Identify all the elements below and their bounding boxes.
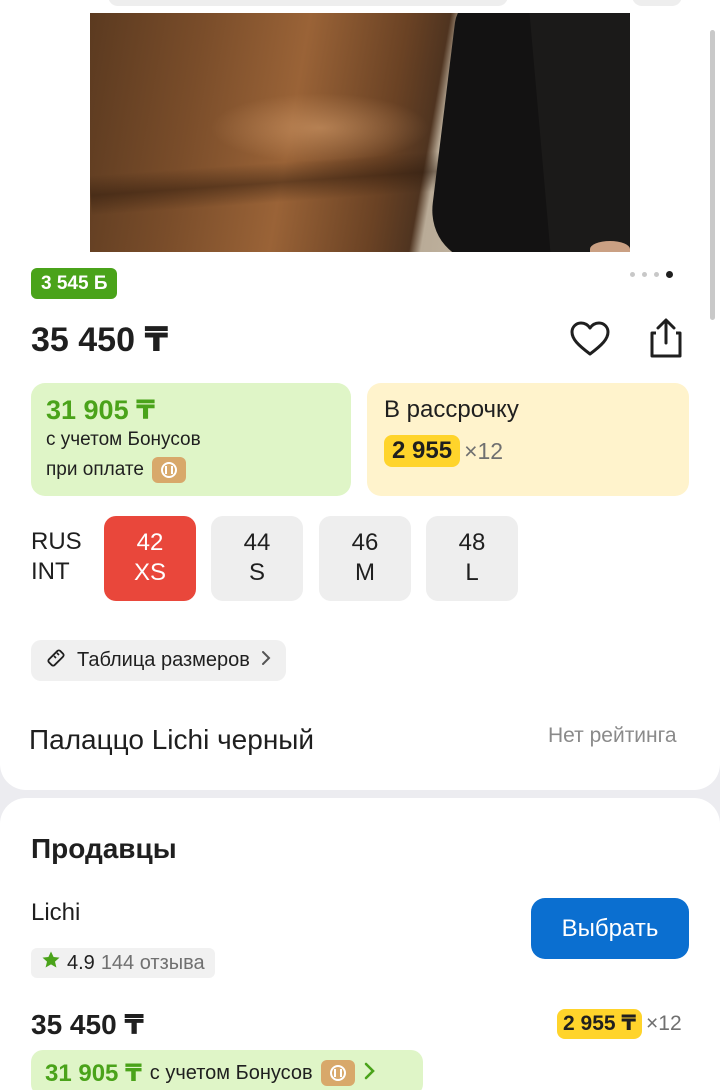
image-pagination: [630, 271, 673, 278]
size-option-44[interactable]: 44 S: [211, 516, 303, 601]
star-icon: [41, 950, 61, 976]
rating-status[interactable]: Нет рейтинга: [548, 724, 677, 748]
pagination-dot[interactable]: [654, 272, 659, 277]
seller-rating-value: 4.9: [67, 951, 95, 974]
size-option-46[interactable]: 46 M: [319, 516, 411, 601]
installment-amount: 2 955: [384, 435, 461, 467]
seller-bonus-price: 31 905 ₸: [45, 1059, 142, 1087]
seller-bonus-box[interactable]: 31 905 ₸ с учетом Бонусов: [31, 1050, 423, 1090]
pagination-dot-active[interactable]: [666, 271, 673, 278]
photo-detail: [590, 241, 630, 252]
size-rus: 46: [351, 529, 379, 556]
payment-card-icon: [320, 1060, 355, 1086]
size-option-48[interactable]: 48 L: [426, 516, 518, 601]
size-system-labels: RUS INT: [31, 527, 82, 587]
photo-detail: [90, 150, 451, 216]
size-label-int: INT: [31, 558, 70, 585]
installment-multiplier: ×12: [464, 437, 504, 464]
seller-installment-multiplier: ×12: [646, 1012, 682, 1035]
product-price: 35 450 ₸: [31, 321, 169, 359]
seller-name[interactable]: Lichi: [31, 899, 80, 927]
choose-seller-button[interactable]: Выбрать: [531, 898, 689, 959]
size-table-label: Таблица размеров: [77, 649, 250, 671]
seller-installment: 2 955 ₸ ×12: [557, 1009, 682, 1039]
size-option-42[interactable]: 42 XS: [104, 516, 196, 601]
chevron-right-icon: [260, 649, 272, 673]
seller-installment-amount: 2 955 ₸: [557, 1009, 642, 1039]
bonus-payment-line: при оплате: [46, 455, 336, 485]
seller-bonus-text: с учетом Бонусов: [149, 1061, 313, 1084]
pagination-dot[interactable]: [642, 272, 647, 277]
size-int: M: [355, 559, 375, 586]
seller-rating[interactable]: 4.9 144 отзыва: [31, 948, 215, 978]
chevron-right-icon: [363, 1061, 377, 1086]
bonus-price: 31 905 ₸: [46, 395, 155, 425]
size-int: S: [248, 559, 265, 586]
pagination-dot[interactable]: [630, 272, 635, 277]
installment-title: В рассрочку: [384, 396, 519, 423]
ruler-icon: [45, 647, 67, 675]
heart-icon[interactable]: [568, 318, 612, 362]
photo-detail: [210, 93, 430, 163]
share-icon[interactable]: [644, 316, 688, 360]
size-rus: 42: [136, 529, 164, 556]
product-photo[interactable]: [90, 13, 630, 252]
seller-price: 35 450 ₸: [31, 1009, 144, 1040]
bonus-badge: 3 545 Б: [31, 268, 118, 299]
bonus-note: с учетом Бонусов: [46, 429, 201, 450]
product-title: Палаццо Lichi черный: [29, 724, 315, 755]
search-bar-edge: [108, 0, 508, 6]
top-button-edge: [632, 0, 682, 6]
installment-box[interactable]: В рассрочку 2 955 ×12: [367, 383, 689, 496]
bonus-price-box[interactable]: 31 905 ₸ с учетом Бонусов при оплате: [31, 383, 351, 496]
payment-card-icon: [151, 457, 186, 483]
size-int: XS: [133, 559, 166, 586]
size-label-rus: RUS: [31, 528, 82, 555]
size-rus: 48: [458, 529, 486, 556]
installment-row: 2 955 ×12: [384, 435, 672, 467]
seller-reviews-count: 144 отзыва: [100, 951, 205, 974]
bonus-payment-text: при оплате: [46, 459, 144, 480]
size-int: L: [465, 559, 479, 586]
size-rus: 44: [243, 529, 271, 556]
scrollbar[interactable]: [710, 30, 715, 320]
sellers-heading: Продавцы: [31, 833, 177, 864]
size-table-link[interactable]: Таблица размеров: [31, 640, 286, 681]
